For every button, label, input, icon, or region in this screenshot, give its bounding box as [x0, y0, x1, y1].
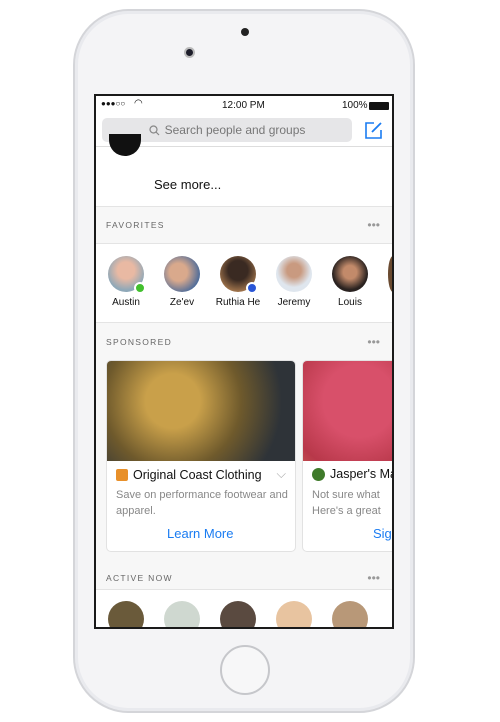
favorite-item[interactable]: Austin	[98, 256, 154, 308]
see-more-link[interactable]: See more...	[154, 177, 221, 192]
ad-description: Save on performance footwear and apparel…	[116, 489, 288, 517]
avatar[interactable]	[108, 601, 144, 627]
wifi-icon: ◠	[134, 98, 143, 109]
brand-name: Original Coast Clothing	[133, 467, 262, 482]
favorite-name: Jeremy	[277, 297, 311, 308]
avatar[interactable]	[164, 601, 200, 627]
ad-image	[303, 361, 392, 461]
favorite-name: Ze'ev	[169, 297, 195, 308]
online-indicator	[134, 282, 146, 294]
avatar	[220, 256, 258, 294]
brand-logo	[116, 468, 128, 481]
more-icon[interactable]: •••	[367, 218, 380, 232]
favorite-name: Austin	[112, 297, 140, 308]
avatar	[276, 256, 312, 292]
favorite-item[interactable]: Jeremy	[266, 256, 322, 308]
messenger-badge-icon	[246, 282, 258, 294]
battery-percent: 100%	[342, 100, 368, 111]
avatar	[164, 256, 200, 292]
favorite-item[interactable]: Louis	[322, 256, 378, 308]
camera	[184, 47, 195, 58]
ad-description: Not sure what Here's a great	[312, 489, 381, 517]
sponsored-card[interactable]: Original Coast Clothing ⌵ Save on perform…	[106, 360, 296, 552]
chevron-down-icon[interactable]: ⌵	[277, 467, 286, 482]
avatar	[108, 256, 146, 294]
more-icon[interactable]: •••	[367, 571, 380, 585]
avatar	[109, 134, 141, 156]
status-bar: ●●●○○ ◠ 12:00 PM 100%	[96, 96, 392, 116]
sponsored-card[interactable]: Jasper's Ma Not sure what Here's a great…	[302, 360, 394, 552]
signal-icon: ●●●○○	[101, 99, 126, 108]
ad-image	[107, 361, 295, 461]
speaker	[241, 28, 249, 36]
active-now-header: ACTIVE NOW •••	[96, 566, 392, 590]
active-now-title: ACTIVE NOW	[106, 572, 173, 583]
clock: 12:00 PM	[222, 100, 265, 111]
sponsored-title: SPONSORED	[106, 336, 173, 347]
home-button[interactable]	[220, 645, 270, 695]
avatar[interactable]	[276, 601, 312, 627]
sign-up-button[interactable]: Sig	[373, 526, 392, 541]
favorite-name: Louis	[338, 297, 362, 308]
favorites-header: FAVORITES •••	[96, 206, 392, 244]
favorites-title: FAVORITES	[106, 220, 165, 230]
favorite-name: Ruthia He	[215, 297, 261, 308]
avatar[interactable]	[220, 601, 256, 627]
favorite-item[interactable]: Ze'ev	[154, 256, 210, 308]
screen: ●●●○○ ◠ 12:00 PM 100% Search people and …	[94, 94, 394, 629]
search-placeholder: Search people and groups	[164, 123, 306, 137]
brand-logo	[312, 467, 325, 481]
brand-name: Jasper's Ma	[330, 467, 394, 481]
search-icon	[149, 124, 160, 135]
avatar[interactable]	[332, 601, 368, 627]
battery-icon	[369, 102, 389, 110]
avatar	[332, 256, 368, 292]
favorite-item[interactable]: Ruthia He	[210, 256, 266, 308]
learn-more-button[interactable]: Learn More	[167, 526, 233, 541]
compose-icon[interactable]	[364, 121, 383, 140]
